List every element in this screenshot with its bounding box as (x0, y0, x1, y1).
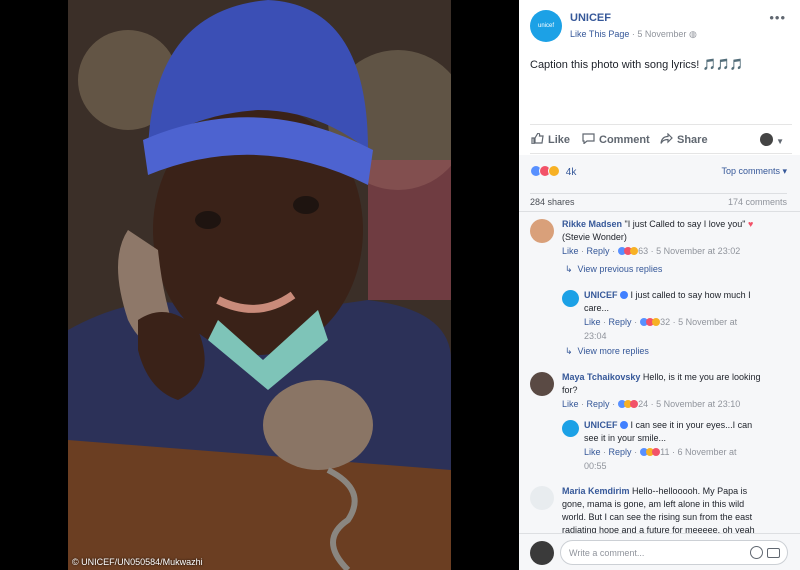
reaction-count: 4k (565, 167, 577, 178)
reaction-summary[interactable]: 4k (530, 165, 576, 178)
chevron-down-icon: ▼ (776, 137, 784, 146)
commenter-name[interactable]: Rikke Madsen (562, 219, 622, 229)
comment-like-link[interactable]: Like (584, 317, 601, 327)
post-meta: Like This Page · 5 November ◍ (570, 29, 697, 39)
comment-text-cont: see it in your smile... (584, 433, 667, 443)
comment-text: I just called to say how much I (630, 290, 751, 300)
like-page-link[interactable]: Like This Page (570, 29, 629, 39)
love-reaction-icon (651, 448, 660, 456)
comment-time[interactable]: 5 November at 23:02 (656, 246, 740, 256)
comment-reaction-count[interactable]: 11 (660, 447, 669, 457)
top-comments-dropdown[interactable]: Top comments ▾ (721, 166, 787, 177)
comment-time[interactable]: 5 November at 23:10 (656, 399, 740, 409)
commenter-name[interactable]: UNICEF (584, 290, 618, 300)
comment-text: Hello, is it me you are looking (642, 372, 761, 382)
comment-time-cont[interactable]: 00:55 (584, 460, 752, 473)
comment-meta: Like · Reply · 32 · 5 November at (584, 317, 738, 327)
comment-text-cont: care... (584, 303, 610, 313)
comment-meta: Like · Reply · 11 · 6 November at (584, 447, 737, 457)
comment-time[interactable]: 6 November at (677, 447, 736, 457)
music-notes-emoji: 🎵🎵🎵 (702, 59, 744, 71)
comment-reaction-count[interactable]: 32 (660, 317, 670, 327)
camera-icon[interactable] (767, 548, 780, 558)
thumbs-up-icon (531, 133, 544, 144)
comment-input-box[interactable] (560, 540, 788, 565)
heart-emoji: ♥ (748, 219, 754, 229)
post-actions-bar: Like Comment Share ▼ (530, 124, 792, 154)
photo-viewer: © UNICEF/UN050584/Mukwazhi unicef UNICEF… (0, 0, 800, 570)
child-on-phone-illustration (68, 0, 451, 570)
comment-composer (519, 533, 800, 570)
share-button[interactable]: Share (660, 133, 708, 146)
comment-text-cont: gone, mama is gone, am left alone in thi… (562, 499, 745, 509)
comment-text-cont: world. But I can see the rising sun from… (562, 512, 753, 522)
comment-time-cont[interactable]: 23:04 (584, 330, 751, 343)
comment-reply-link[interactable]: Reply (609, 447, 632, 457)
comment-text: "I just Called to say I love you" (624, 219, 746, 229)
commenter-avatar[interactable] (562, 420, 579, 437)
post-photo[interactable] (68, 0, 451, 570)
more-options-icon[interactable]: ••• (769, 10, 786, 25)
emoji-icon[interactable] (750, 546, 763, 559)
haha-reaction-icon (629, 247, 638, 255)
commenter-avatar[interactable] (530, 372, 554, 396)
shares-count[interactable]: 284 shares (530, 197, 575, 207)
haha-reaction-icon (651, 318, 660, 326)
post-as-selector[interactable]: ▼ (760, 133, 784, 147)
comment-meta: Like · Reply · 63 · 5 November at 23:02 (562, 246, 741, 256)
comment-reply-link[interactable]: Reply (587, 399, 610, 409)
comment-meta: Like · Reply · 24 · 5 November at 23:10 (562, 399, 741, 409)
commenter-name[interactable]: Maria Kemdirim (562, 486, 630, 496)
caption-text: Caption this photo with song lyrics! (530, 59, 700, 71)
commenter-name[interactable]: UNICEF (584, 420, 618, 430)
comment-text-cont: for? (562, 385, 578, 395)
comment-reaction-count[interactable]: 24 (638, 399, 648, 409)
comment-text-cont: (Stevie Wonder) (562, 232, 627, 242)
comment-like-link[interactable]: Like (562, 246, 579, 256)
comment-reaction-count[interactable]: 63 (638, 246, 648, 256)
post-caption: Caption this photo with song lyrics! 🎵🎵🎵 (530, 58, 744, 71)
speech-bubble-icon (582, 133, 595, 144)
verified-badge-icon (620, 291, 629, 299)
share-arrow-icon (660, 133, 673, 144)
commenter-name[interactable]: Maya Tchaikovsky (562, 372, 640, 382)
comment-reply-link[interactable]: Reply (609, 317, 632, 327)
viewer-avatar (530, 541, 554, 565)
like-button[interactable]: Like (531, 133, 570, 146)
comment-like-link[interactable]: Like (584, 447, 601, 457)
view-previous-replies-link[interactable]: ↳ View previous replies (565, 264, 662, 275)
verified-badge-icon (620, 421, 629, 429)
comment-input[interactable] (569, 545, 739, 561)
post-side-panel: unicef UNICEF Like This Page · 5 Novembe… (519, 0, 800, 570)
photo-pane: © UNICEF/UN050584/Mukwazhi (0, 0, 519, 570)
comment-text: I can see it in your eyes...I can (630, 420, 753, 430)
comments-count[interactable]: 174 comments (728, 197, 787, 207)
view-more-replies-link[interactable]: ↳ View more replies (565, 346, 649, 357)
comment-time[interactable]: 5 November at (678, 317, 737, 327)
commenter-avatar[interactable] (530, 219, 554, 243)
comments-list: Rikke Madsen "I just Called to say I lov… (519, 211, 800, 533)
comment-text: Hello--hellooooh. My Papa is (632, 486, 748, 496)
post-date[interactable]: 5 November (637, 29, 686, 39)
shares-comments-row: 284 shares 174 comments (530, 193, 787, 212)
comment-reply-link[interactable]: Reply (587, 246, 610, 256)
page-avatar[interactable]: unicef (530, 10, 562, 42)
comment-like-link[interactable]: Like (562, 399, 579, 409)
haha-reaction-icon (548, 165, 560, 177)
comment-text-cont: radiating hope and a future for meeeee. … (562, 525, 755, 533)
post-header: unicef UNICEF Like This Page · 5 Novembe… (530, 10, 792, 46)
photo-credit: © UNICEF/UN050584/Mukwazhi (72, 557, 203, 567)
commenter-avatar[interactable] (562, 290, 579, 307)
love-reaction-icon (629, 400, 638, 408)
page-name[interactable]: UNICEF (570, 12, 611, 24)
comment-button[interactable]: Comment (582, 133, 650, 146)
viewer-avatar (760, 133, 774, 146)
commenter-avatar[interactable] (530, 486, 554, 510)
globe-icon: ◍ (688, 29, 697, 39)
